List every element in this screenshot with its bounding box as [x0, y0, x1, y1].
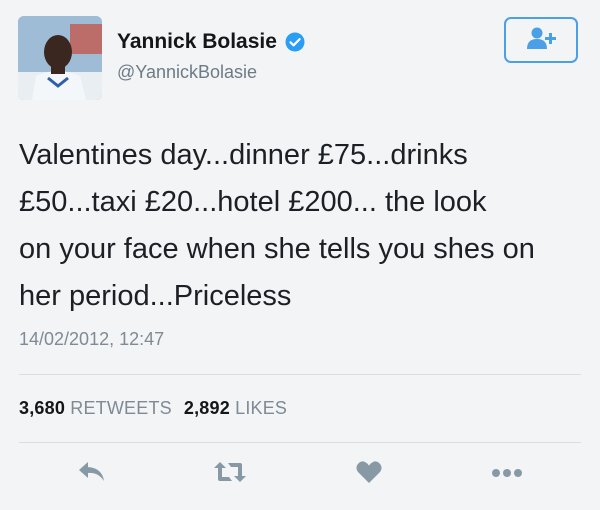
tweet-card: Yannick Bolasie @YannickBolasie Valentin… [0, 0, 600, 510]
retweet-button[interactable] [213, 460, 247, 488]
retweets-count: 3,680 [19, 398, 66, 418]
like-button[interactable] [352, 460, 386, 488]
tweet-text-line: on your face when she tells you shes on [19, 233, 535, 265]
like-heart-icon [355, 460, 383, 489]
divider [19, 442, 581, 443]
follow-add-user-icon [524, 26, 558, 55]
reply-button[interactable] [75, 460, 109, 488]
tweet-text: Valentines day...dinner £75...drinks £50… [19, 132, 589, 320]
divider [19, 374, 581, 375]
verified-badge-icon [285, 32, 305, 52]
tweet-text-line: Valentines day...dinner £75...drinks [19, 139, 468, 171]
retweets-label: RETWEETS [70, 398, 172, 418]
user-handle[interactable]: @YannickBolasie [117, 62, 257, 83]
follow-button[interactable] [504, 17, 578, 63]
tweet-text-line: £50...taxi £20...hotel £200... the look [19, 186, 487, 218]
retweets-stat[interactable]: 3,680 RETWEETS [19, 398, 172, 418]
tweet-actions [0, 452, 600, 492]
likes-stat[interactable]: 2,892 LIKES [184, 398, 287, 418]
tweet-stats: 3,680 RETWEETS 2,892 LIKES [19, 398, 287, 419]
display-name[interactable]: Yannick Bolasie [117, 30, 277, 54]
more-options-button[interactable] [490, 460, 524, 488]
avatar[interactable] [18, 16, 102, 100]
reply-icon [77, 460, 107, 489]
more-options-icon [491, 465, 523, 483]
retweet-icon [213, 460, 247, 489]
tweet-text-line: her period...Priceless [19, 280, 292, 312]
likes-count: 2,892 [183, 398, 230, 418]
name-row: Yannick Bolasie [117, 30, 305, 54]
likes-label: LIKES [235, 398, 288, 418]
tweet-timestamp[interactable]: 14/02/2012, 12:47 [19, 329, 164, 350]
